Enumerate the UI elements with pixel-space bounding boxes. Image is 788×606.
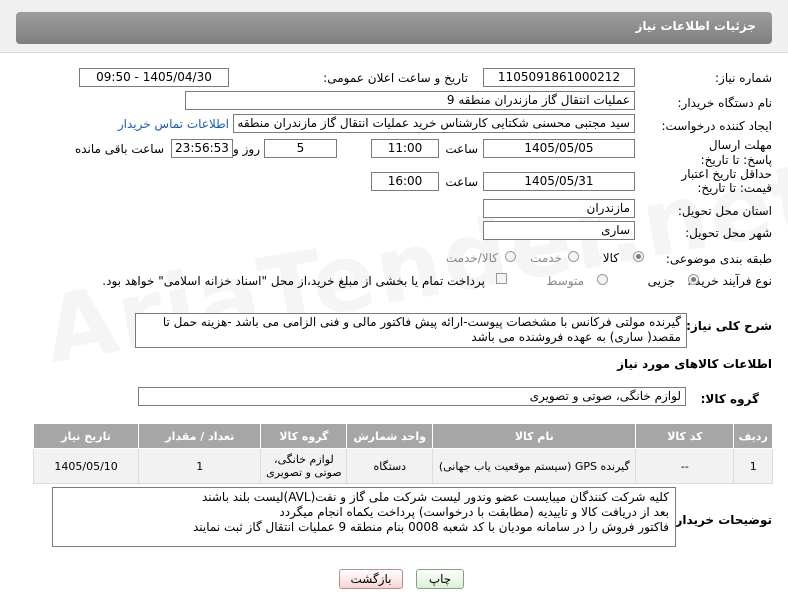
cell-row-number: 1 [733,448,773,484]
category-goods-label: کالا [602,251,619,265]
buyer-org-label: نام دستگاه خریدار: [677,96,773,110]
price-date-field[interactable]: 1405/05/31 [483,172,635,191]
col-item-code: کد کالا [635,423,735,449]
cell-item-code: -- [635,448,735,484]
treasury-payment-note: پرداخت تمام یا بخشی از مبلغ خرید،از محل … [102,274,485,288]
deadline-time-label: ساعت [445,142,478,156]
category-label: طبقه بندی موضوعی: [665,252,772,266]
process-label: نوع فرآیند خرید : [687,274,772,288]
category-service-radio[interactable] [568,251,579,262]
price-time-label: ساعت [445,175,478,189]
category-goods-service-radio[interactable] [505,251,516,262]
buyer-org-field[interactable]: عملیات انتقال گاز مازندران منطقه 9 [185,91,635,110]
category-goods-service-label: کالا/خدمت [445,251,498,265]
announce-datetime-field[interactable]: 1405/04/30 - 09:50 [79,68,229,87]
days-field[interactable]: 5 [264,139,337,158]
goods-group-field[interactable]: لوازم خانگی، صوتی و تصویری [138,387,686,406]
need-number-field[interactable]: 1105091861000212 [483,68,635,87]
category-goods-radio[interactable] [633,251,644,262]
page-title: جزئیات اطلاعات نیاز [635,19,756,33]
col-row-number: ردیف [733,423,773,449]
buyer-notes-line: فاکتور فروش را در سامانه مودیان با کد شع… [192,520,669,534]
treasury-payment-checkbox[interactable] [496,273,507,284]
col-group: گروه کالا [260,423,348,449]
process-medium-label: متوسط [546,274,584,288]
creator-label: ایجاد کننده درخواست: [661,119,772,133]
process-minor-label: جزیی [647,274,675,288]
buyer-notes-line: بعد از دریافت کالا و تاییدیه (مطابقت با … [279,505,669,519]
col-item-name: نام کالا [432,423,637,449]
cell-group: لوازم خانگی، صوتی و تصویری [260,448,348,484]
deadline-label: مهلت ارسال پاسخ: تا تاریخ: [700,138,772,167]
buyer-notes-label: توضیحات خریدار: [670,513,772,527]
process-minor-radio[interactable] [688,274,699,285]
deadline-time-field[interactable]: 11:00 [371,139,439,158]
description-textarea[interactable]: گیرنده مولتی فرکانس با مشخصات پیوست-ارائ… [135,313,687,348]
buyer-notes-textarea[interactable]: کلیه شرکت کنندگان میبایست عضو وندور لیست… [52,487,676,547]
cell-quantity: 1 [138,448,262,484]
goods-group-label: گروه کالا: [700,392,759,406]
cell-need-date: 1405/05/10 [32,448,140,484]
province-field[interactable]: مازندران [483,199,635,218]
deadline-date-field[interactable]: 1405/05/05 [483,139,635,158]
province-label: استان محل تحویل: [677,204,772,218]
announce-label: تاریخ و ساعت اعلان عمومی: [323,71,468,85]
price-validity-label: حداقل تاریخ اعتبار قیمت: تا تاریخ: [681,167,772,195]
remaining-label: ساعت باقی مانده [74,142,164,156]
cell-item-name: گیرنده GPS (سیستم موقعیت یاب جهانی) [432,448,637,484]
col-quantity: تعداد / مقدار [138,423,262,449]
goods-table: ردیف کد کالا نام کالا واحد شمارش گروه کا… [32,423,773,484]
print-button[interactable]: چاپ [416,569,464,589]
remaining-time-field[interactable]: 23:56:53 [171,139,233,158]
buyer-notes-line: کلیه شرکت کنندگان میبایست عضو وندور لیست… [201,490,669,504]
col-unit: واحد شمارش [346,423,434,449]
buyer-contact-link[interactable]: اطلاعات تماس خریدار [118,117,229,131]
category-service-label: خدمت [530,251,562,265]
description-label: شرح کلی نیاز: [686,319,772,333]
creator-field[interactable]: سید مجتبی محسنی شکتایی کارشناس خرید عملی… [233,114,635,133]
days-label: روز و [233,142,260,156]
need-number-label: شماره نیاز: [715,71,772,85]
back-button[interactable]: بازگشت [339,569,403,589]
table-row: 1 -- گیرنده GPS (سیستم موقعیت یاب جهانی)… [32,448,773,484]
cell-unit: دستگاه [346,448,434,484]
price-time-field[interactable]: 16:00 [371,172,439,191]
city-label: شهر محل تحویل: [685,226,772,240]
goods-section-title: اطلاعات کالاهای مورد نیاز [617,357,772,371]
process-medium-radio[interactable] [597,274,608,285]
city-field[interactable]: ساری [483,221,635,240]
col-need-date: تاریخ نیاز [32,423,140,449]
page-header: جزئیات اطلاعات نیاز [0,0,788,53]
